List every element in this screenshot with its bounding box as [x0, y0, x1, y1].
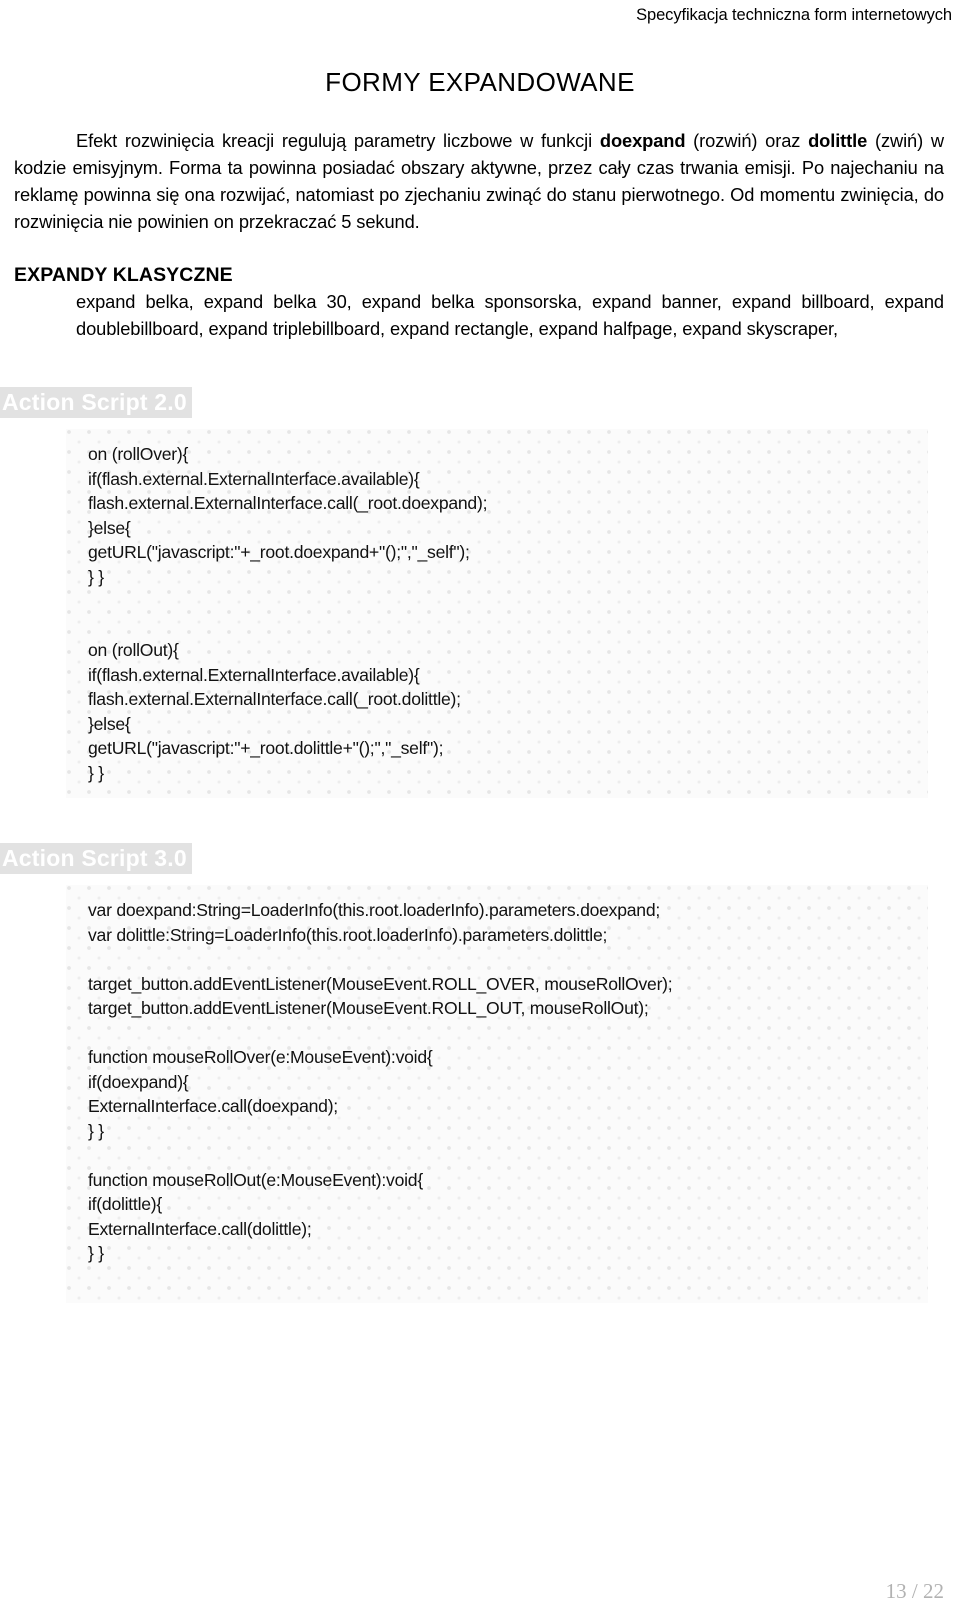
code-line: if(flash.external.ExternalInterface.avai… — [88, 468, 420, 489]
code-line: var dolittle:String=LoaderInfo(this.root… — [88, 924, 608, 945]
actionscript-2-group: Action Script 2.0 on (rollOver){ if(flash… — [0, 387, 944, 798]
code-line: } } — [88, 566, 104, 587]
code-line: } } — [88, 762, 104, 783]
code-line: } } — [88, 1120, 104, 1141]
section-body-expandy-klasyczne: expand belka, expand belka 30, expand be… — [76, 291, 944, 339]
intro-paragraph: Efekt rozwinięcia kreacji regulują param… — [14, 127, 944, 235]
intro-bold-dolittle: dolittle — [808, 130, 868, 151]
document-content: Efekt rozwinięcia kreacji regulują param… — [0, 127, 944, 1303]
code-line: function mouseRollOver(e:MouseEvent):voi… — [88, 1047, 433, 1067]
running-header: Specyfikacja techniczna form internetowy… — [636, 6, 952, 24]
code-line: if(doexpand){ — [88, 1071, 189, 1092]
code-label-actionscript-2: Action Script 2.0 — [0, 387, 192, 418]
code-line: }else{ — [88, 517, 131, 538]
code-line: flash.external.ExternalInterface.call(_r… — [88, 493, 488, 513]
code-line: if(flash.external.ExternalInterface.avai… — [88, 664, 420, 685]
code-line: var doexpand:String=LoaderInfo(this.root… — [88, 900, 660, 920]
actionscript-3-group: Action Script 3.0 var doexpand:String=Lo… — [0, 843, 944, 1303]
code-block-actionscript-3: var doexpand:String=LoaderInfo(this.root… — [66, 885, 928, 1303]
code-line: ExternalInterface.call(dolittle); — [88, 1218, 312, 1239]
code-line: }else{ — [88, 713, 131, 734]
code-line: flash.external.ExternalInterface.call(_r… — [88, 689, 461, 709]
code-line: getURL("javascript:"+_root.doexpand+"();… — [88, 542, 470, 562]
section-heading-expandy-klasyczne: EXPANDY KLASYCZNE — [14, 264, 233, 286]
intro-text-part-1: Efekt rozwinięcia kreacji regulują param… — [76, 130, 600, 151]
code-line: on (rollOut){ — [88, 640, 179, 660]
code-line: function mouseRollOut(e:MouseEvent):void… — [88, 1169, 423, 1190]
page-number: 13 / 22 — [885, 1579, 944, 1603]
code-line: if(dolittle){ — [88, 1194, 162, 1214]
code-line: ExternalInterface.call(doexpand); — [88, 1096, 338, 1116]
intro-bold-doexpand: doexpand — [599, 130, 686, 151]
intro-text-part-2: (rozwiń) oraz — [685, 130, 809, 151]
code-label-actionscript-3: Action Script 3.0 — [0, 843, 192, 874]
code-line: on (rollOver){ — [88, 444, 189, 464]
code-line: target_button.addEventListener(MouseEven… — [88, 998, 649, 1018]
code-line: getURL("javascript:"+_root.dolittle+"();… — [88, 738, 444, 758]
code-block-actionscript-2: on (rollOver){ if(flash.external.External… — [66, 429, 928, 798]
page-title: FORMY EXPANDOWANE — [325, 67, 635, 97]
code-line: target_button.addEventListener(MouseEven… — [88, 973, 673, 994]
code-line: } } — [88, 1243, 104, 1263]
